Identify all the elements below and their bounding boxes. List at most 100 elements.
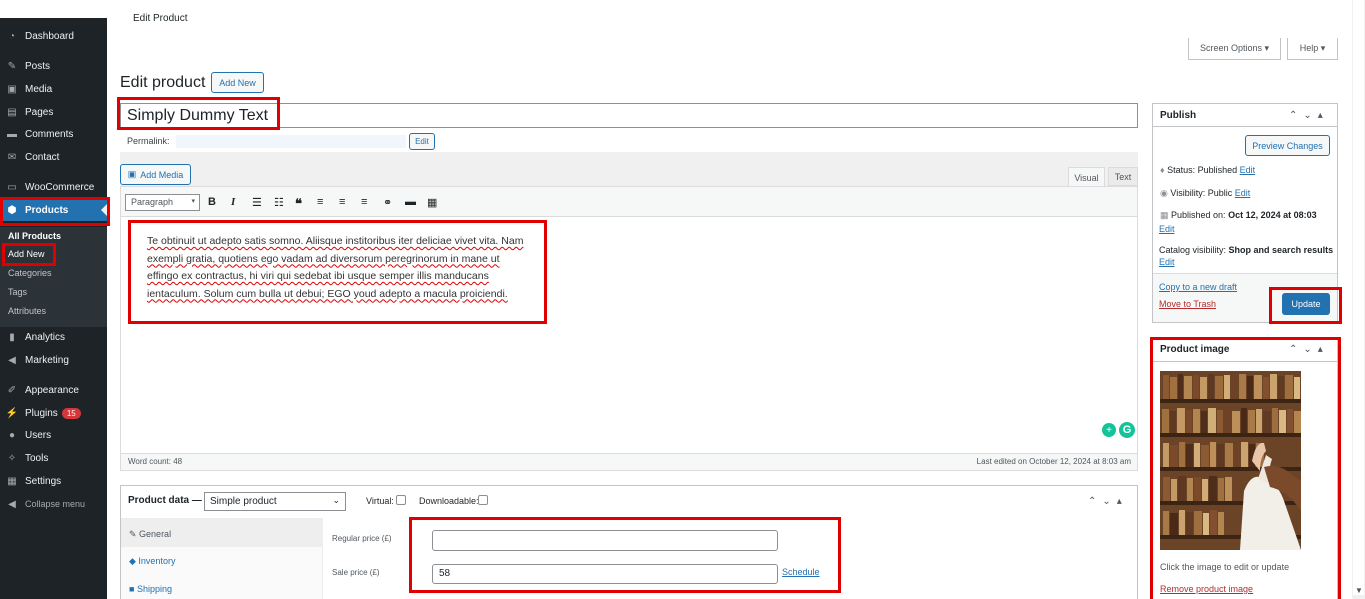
submenu-tags[interactable]: Tags	[8, 287, 27, 297]
status-edit-link[interactable]: Edit	[1240, 165, 1256, 175]
collapse-menu-button[interactable]: ◀ Collapse menu	[0, 493, 107, 515]
regular-price-label: Regular price (£)	[332, 534, 392, 543]
submenu-add-new[interactable]: Add New	[8, 249, 45, 259]
downloadable-checkbox[interactable]	[478, 495, 488, 505]
brush-icon: ✐	[7, 384, 17, 396]
page-title: Edit product	[120, 74, 206, 91]
downloadable-label: Downloadable:	[419, 496, 479, 506]
woocommerce-icon: ▭	[7, 181, 17, 193]
italic-icon[interactable]: I	[231, 196, 235, 208]
pages-icon: ▤	[7, 106, 17, 118]
sidebar-item-contact[interactable]: ✉ Contact	[0, 146, 107, 168]
format-select[interactable]: Paragraph ▾	[125, 194, 200, 211]
grammarly-plus-icon[interactable]: +	[1102, 423, 1116, 437]
submenu-all-products[interactable]: All Products	[8, 231, 61, 241]
page-top-title: Edit Product	[133, 13, 188, 24]
published-on-row: ▦ Published on: Oct 12, 2024 at 08:03	[1160, 210, 1317, 220]
move-to-trash-link[interactable]: Move to Trash	[1159, 299, 1216, 309]
virtual-checkbox[interactable]	[396, 495, 406, 505]
numbered-list-icon[interactable]: ☷	[274, 196, 284, 209]
align-center-icon[interactable]: ≡	[339, 196, 345, 208]
product-type-select[interactable]: Simple product ⌄	[204, 492, 346, 511]
eye-icon: ◉	[1160, 188, 1171, 198]
products-submenu: All Products Add New Categories Tags Att…	[0, 227, 107, 327]
align-right-icon[interactable]: ≡	[361, 196, 367, 208]
wrench-icon: ✎	[129, 529, 140, 539]
plugins-update-badge: 15	[61, 407, 81, 419]
word-count: Word count: 48	[128, 457, 183, 466]
visibility-edit-link[interactable]: Edit	[1235, 188, 1251, 198]
bullet-list-icon[interactable]: ☰	[252, 196, 262, 209]
sidebar-item-posts[interactable]: ✎ Posts	[0, 55, 107, 77]
regular-price-input[interactable]	[432, 530, 778, 551]
products-icon: ⬢	[7, 204, 17, 216]
submenu-attributes[interactable]: Attributes	[8, 306, 46, 316]
sidebar-item-comments[interactable]: ▬ Comments	[0, 123, 107, 145]
preview-changes-button[interactable]: Preview Changes	[1245, 135, 1330, 156]
status-row: ♦ Status: Published Edit	[1160, 165, 1256, 175]
sidebar-item-marketing[interactable]: ◀ Marketing	[0, 349, 107, 371]
sale-price-input[interactable]: 58	[432, 564, 778, 584]
content-line: exempli gratia, quotiens ego vadam ad di…	[147, 252, 500, 265]
product-title-input[interactable]: Simply Dummy Text	[120, 103, 1138, 128]
submenu-categories[interactable]: Categories	[8, 268, 52, 278]
sidebar-item-appearance[interactable]: ✐ Appearance	[0, 379, 107, 401]
sidebar-item-dashboard[interactable]: ◔ Dashboard	[0, 25, 107, 47]
screen-options-button[interactable]: Screen Options ▾	[1188, 38, 1281, 60]
tab-general[interactable]: ✎ General	[129, 529, 171, 540]
admin-sidebar: ◔ Dashboard ✎ Posts ▣ Media ▤ Pages ▬ Comment…	[0, 18, 107, 599]
virtual-label: Virtual:	[366, 496, 394, 506]
sidebar-item-pages[interactable]: ▤ Pages	[0, 101, 107, 123]
tab-inventory[interactable]: ◆ Inventory	[129, 556, 175, 567]
copy-draft-link[interactable]: Copy to a new draft	[1159, 282, 1237, 292]
pin-icon: ✎	[7, 60, 17, 72]
editor-content[interactable]: Te obtinuit ut adepto satis somno. Aliis…	[147, 233, 542, 303]
link-icon[interactable]: ⚭	[383, 196, 392, 209]
mail-icon: ✉	[7, 151, 17, 163]
grammarly-icon[interactable]: G	[1119, 422, 1135, 438]
bold-icon[interactable]: B	[208, 196, 216, 208]
product-image-thumbnail[interactable]	[1160, 371, 1301, 550]
scroll-down-icon[interactable]: ▼	[1355, 586, 1363, 595]
media-icon: ▣	[7, 83, 17, 95]
product-data-arrows[interactable]: ⌃⌄▴	[1088, 496, 1128, 507]
tab-visual[interactable]: Visual	[1068, 167, 1105, 187]
schedule-link[interactable]: Schedule	[782, 567, 820, 577]
settings-icon: ▦	[7, 475, 17, 487]
collapse-icon: ◀	[8, 498, 16, 510]
editor-tools-bar	[120, 152, 1138, 186]
sidebar-item-products[interactable]: ⬢ Products	[0, 199, 107, 221]
update-button[interactable]: Update	[1282, 293, 1330, 315]
read-more-icon[interactable]: ▬	[405, 196, 416, 208]
catalog-edit-link[interactable]: Edit	[1159, 257, 1175, 267]
add-media-button[interactable]: ▣ Add Media	[120, 164, 191, 185]
align-left-icon[interactable]: ≡	[317, 196, 323, 208]
product-image-arrows[interactable]: ⌃⌄▴	[1289, 344, 1329, 355]
product-image-hint: Click the image to edit or update	[1160, 562, 1290, 572]
add-new-button[interactable]: Add New	[211, 72, 264, 93]
toolbar-toggle-icon[interactable]: ▦	[427, 196, 437, 209]
publish-arrows[interactable]: ⌃⌄▴	[1289, 110, 1329, 121]
sidebar-item-analytics[interactable]: ▮ Analytics	[0, 326, 107, 348]
published-edit-link[interactable]: Edit	[1159, 224, 1175, 234]
permalink-edit-button[interactable]: Edit	[409, 133, 435, 150]
permalink-label: Permalink:	[127, 136, 170, 146]
sidebar-item-woocommerce[interactable]: ▭ WooCommerce	[0, 176, 107, 198]
media-icon: ▣	[127, 169, 137, 179]
blockquote-icon[interactable]: ❝	[295, 196, 302, 212]
permalink-url[interactable]	[176, 135, 406, 148]
last-edited: Last edited on October 12, 2024 at 8:03 …	[976, 457, 1131, 466]
sidebar-item-tools[interactable]: ✧ Tools	[0, 447, 107, 469]
sidebar-item-users[interactable]: ● Users	[0, 424, 107, 446]
sidebar-item-plugins[interactable]: ⚡ Plugins 15	[0, 402, 107, 424]
sidebar-item-media[interactable]: ▣ Media	[0, 78, 107, 100]
remove-product-image-link[interactable]: Remove product image	[1160, 584, 1253, 594]
tag-icon: ◆	[129, 556, 139, 566]
sale-price-label: Sale price (£)	[332, 568, 380, 577]
scrollbar-thumb[interactable]	[1353, 0, 1364, 595]
tab-text[interactable]: Text	[1108, 167, 1138, 186]
user-icon: ●	[8, 429, 16, 441]
tab-shipping[interactable]: ■ Shipping	[129, 584, 172, 594]
sidebar-item-settings[interactable]: ▦ Settings	[0, 470, 107, 492]
help-button[interactable]: Help ▾	[1287, 38, 1338, 60]
